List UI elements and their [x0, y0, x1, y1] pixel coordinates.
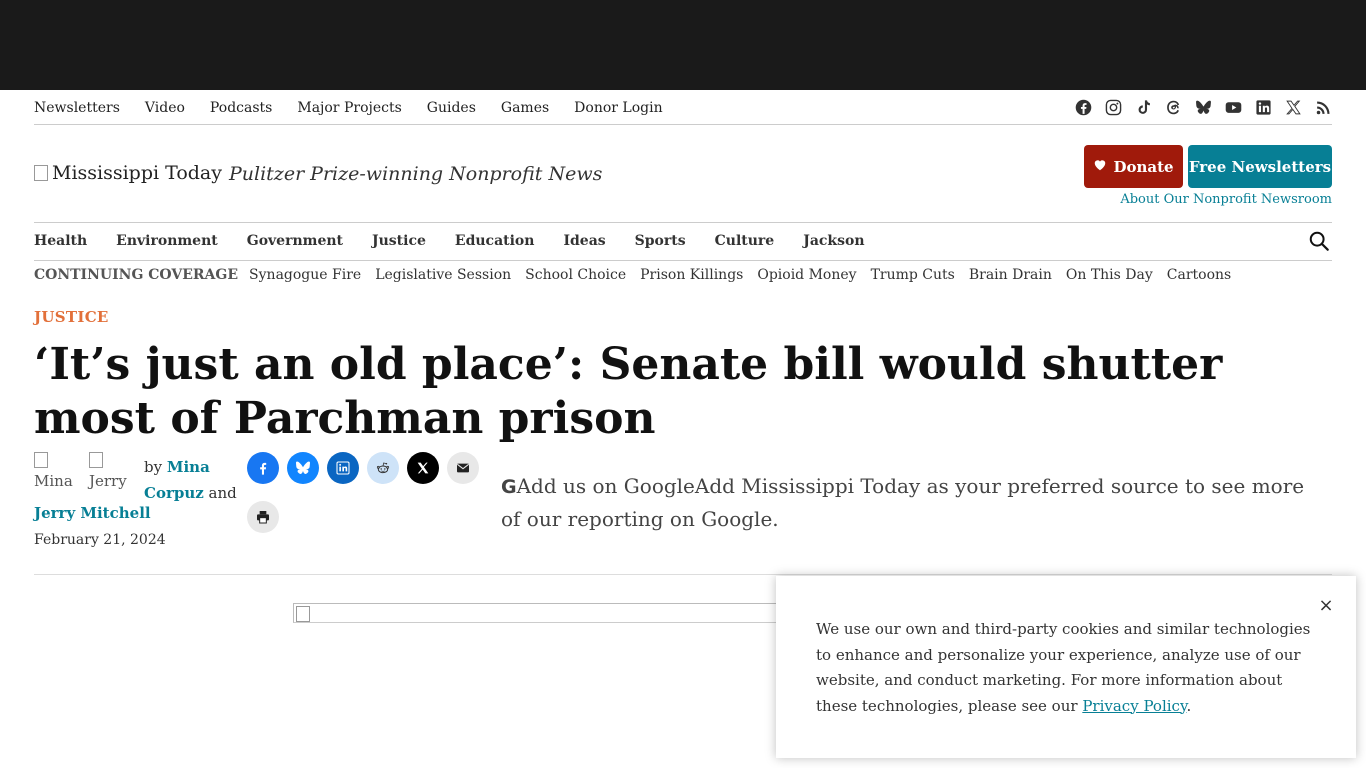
facebook-icon[interactable]	[1074, 98, 1092, 116]
nav-item-environment[interactable]: Environment	[116, 233, 218, 249]
rss-icon[interactable]	[1314, 98, 1332, 116]
nav-item-sports[interactable]: Sports	[635, 233, 686, 249]
threads-icon[interactable]	[1164, 98, 1182, 116]
utility-link-major-projects[interactable]: Major Projects	[297, 100, 401, 116]
bluesky-icon[interactable]	[1194, 98, 1212, 116]
broken-image-icon	[89, 452, 103, 468]
coverage-link[interactable]: School Choice	[525, 267, 626, 283]
google-preferred-source[interactable]: GAdd us on GoogleAdd Mississippi Today a…	[501, 470, 1321, 535]
cookie-text: We use our own and third-party cookies a…	[816, 620, 1311, 715]
heart-icon	[1093, 158, 1107, 176]
utility-link-donor-login[interactable]: Donor Login	[574, 100, 662, 116]
main-nav: Health Environment Government Justice Ed…	[34, 222, 1332, 261]
top-banner	[0, 0, 1366, 90]
coverage-link[interactable]: Cartoons	[1167, 267, 1231, 283]
coverage-link[interactable]: Synagogue Fire	[249, 267, 361, 283]
nav-item-education[interactable]: Education	[455, 233, 535, 249]
coverage-label: CONTINUING COVERAGE	[34, 267, 239, 283]
site-logo[interactable]: Mississippi Today	[34, 162, 222, 184]
x-icon[interactable]	[1284, 98, 1302, 116]
featured-image	[293, 603, 793, 623]
avatar-alt-text: Jerry	[89, 472, 127, 490]
article-category[interactable]: JUSTICE	[34, 308, 109, 326]
youtube-icon[interactable]	[1224, 98, 1242, 116]
site-tagline: Pulitzer Prize-winning Nonprofit News	[229, 163, 603, 185]
avatar-alt-text: Mina	[34, 472, 73, 490]
reddit-share-icon[interactable]	[367, 452, 399, 484]
author-link[interactable]: Jerry Mitchell	[34, 504, 151, 522]
main-nav-items: Health Environment Government Justice Ed…	[34, 233, 894, 249]
bluesky-share-icon[interactable]	[287, 452, 319, 484]
coverage-link[interactable]: On This Day	[1066, 267, 1153, 283]
coverage-link[interactable]: Opioid Money	[757, 267, 856, 283]
donate-label: Donate	[1113, 157, 1174, 176]
linkedin-share-icon[interactable]	[327, 452, 359, 484]
byline: Mina Jerry by Mina Corpuz and Jerry Mitc…	[34, 452, 237, 562]
cookie-message: We use our own and third-party cookies a…	[816, 617, 1316, 719]
avatar: Mina	[34, 452, 82, 492]
nav-item-ideas[interactable]: Ideas	[563, 233, 605, 249]
byline-and: and	[208, 484, 237, 502]
nav-item-justice[interactable]: Justice	[372, 233, 426, 249]
utility-bar: Newsletters Video Podcasts Major Project…	[34, 90, 1332, 125]
utility-nav: Newsletters Video Podcasts Major Project…	[34, 100, 688, 116]
facebook-share-icon[interactable]	[247, 452, 279, 484]
coverage-link[interactable]: Trump Cuts	[871, 267, 955, 283]
print-icon[interactable]	[247, 501, 279, 533]
free-newsletters-button[interactable]: Free Newsletters	[1188, 145, 1332, 188]
broken-image-icon	[296, 606, 310, 622]
utility-link-games[interactable]: Games	[501, 100, 549, 116]
privacy-policy-link[interactable]: Privacy Policy	[1082, 697, 1186, 715]
about-newsroom-link[interactable]: About Our Nonprofit Newsroom	[1120, 192, 1332, 207]
utility-link-podcasts[interactable]: Podcasts	[210, 100, 272, 116]
broken-image-icon	[34, 165, 48, 181]
utility-link-newsletters[interactable]: Newsletters	[34, 100, 120, 116]
byline-divider	[34, 574, 1332, 575]
nav-item-health[interactable]: Health	[34, 233, 87, 249]
continuing-coverage: CONTINUING COVERAGE Synagogue Fire Legis…	[34, 267, 1245, 283]
publish-date: February 21, 2024	[34, 532, 166, 548]
coverage-link[interactable]: Legislative Session	[375, 267, 511, 283]
cookie-banner: × We use our own and third-party cookies…	[776, 576, 1356, 758]
search-icon[interactable]	[1308, 230, 1330, 252]
nav-item-jackson[interactable]: Jackson	[803, 233, 864, 249]
broken-image-icon	[34, 452, 48, 468]
x-share-icon[interactable]	[407, 452, 439, 484]
article-headline: ‘It’s just an old place’: Senate bill wo…	[34, 339, 1223, 444]
tiktok-icon[interactable]	[1134, 98, 1152, 116]
masthead: Mississippi Today Pulitzer Prize-winning…	[34, 145, 1332, 222]
utility-link-video[interactable]: Video	[145, 100, 185, 116]
nav-item-government[interactable]: Government	[247, 233, 343, 249]
utility-link-guides[interactable]: Guides	[427, 100, 476, 116]
byline-text: by Mina Corpuz and	[144, 454, 244, 506]
logo-alt-text: Mississippi Today	[52, 162, 222, 184]
instagram-icon[interactable]	[1104, 98, 1122, 116]
cookie-text-end: .	[1186, 696, 1192, 715]
google-preferred-text: Add us on GoogleAdd Mississippi Today as…	[501, 474, 1305, 531]
close-icon[interactable]: ×	[1318, 597, 1334, 615]
social-links	[1074, 98, 1332, 116]
nav-item-culture[interactable]: Culture	[715, 233, 775, 249]
byline-by: by	[144, 458, 163, 476]
coverage-link[interactable]: Brain Drain	[969, 267, 1052, 283]
linkedin-icon[interactable]	[1254, 98, 1272, 116]
avatar: Jerry	[89, 452, 137, 492]
email-share-icon[interactable]	[447, 452, 479, 484]
donate-button[interactable]: Donate	[1084, 145, 1183, 188]
coverage-link[interactable]: Prison Killings	[640, 267, 743, 283]
google-icon: G	[501, 476, 517, 498]
